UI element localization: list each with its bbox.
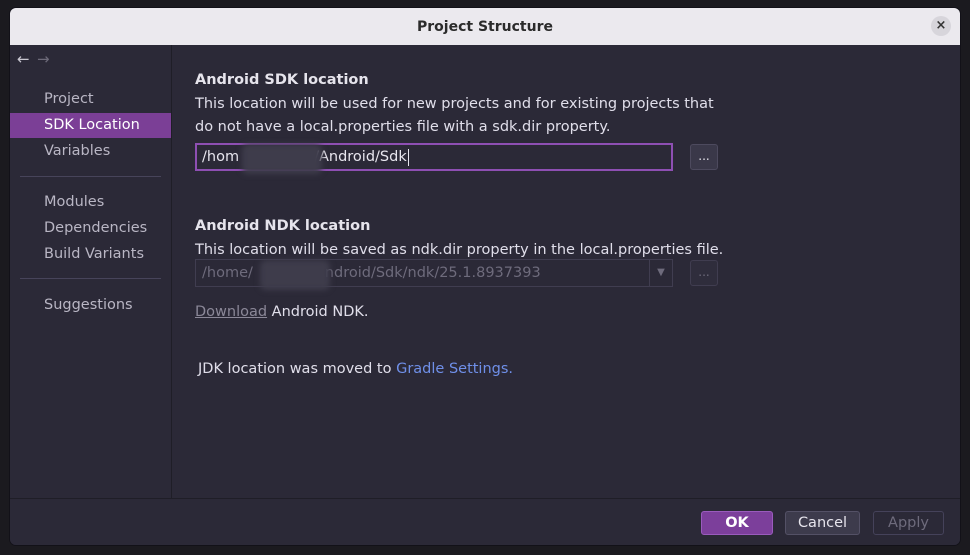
download-ndk-link[interactable]: Download: [195, 304, 267, 320]
ndk-heading: Android NDK location: [195, 218, 371, 234]
apply-button[interactable]: Apply: [873, 511, 944, 535]
back-arrow-icon[interactable]: ←: [17, 50, 37, 68]
dialog-footer: OK Cancel Apply: [10, 498, 960, 545]
ndk-download-line: Download Android NDK.: [195, 301, 369, 324]
project-structure-dialog: Project Structure × ← → Project SDK Locat…: [10, 8, 960, 545]
sidebar-item-variables[interactable]: Variables: [10, 139, 171, 164]
download-ndk-suffix: Android NDK.: [267, 304, 369, 320]
sidebar-item-sdk-location[interactable]: SDK Location: [10, 113, 171, 138]
gradle-settings-link[interactable]: Gradle Settings.: [396, 361, 513, 377]
sdk-location-panel: Android SDK location This location will …: [172, 45, 960, 498]
ndk-browse-button[interactable]: ...: [690, 260, 718, 286]
nav-arrows: ← →: [17, 50, 57, 68]
sidebar-item-suggestions[interactable]: Suggestions: [10, 293, 171, 318]
sidebar-divider: [20, 176, 161, 177]
title-bar: Project Structure ×: [10, 8, 960, 45]
sidebar-item-modules[interactable]: Modules: [10, 190, 171, 215]
ndk-path-prefix: /home/: [202, 265, 253, 281]
close-icon[interactable]: ×: [931, 16, 951, 36]
sdk-browse-button[interactable]: ...: [690, 144, 718, 170]
sdk-description-line1: This location will be used for new proje…: [195, 96, 714, 112]
dropdown-arrow-icon[interactable]: ▼: [649, 260, 672, 286]
text-caret: [407, 148, 409, 166]
dialog-title: Project Structure: [417, 18, 553, 35]
sdk-path-prefix: /hom: [202, 149, 240, 165]
ok-button[interactable]: OK: [701, 511, 773, 535]
sidebar-item-build-variants[interactable]: Build Variants: [10, 242, 171, 267]
ndk-path-suffix: Android/Sdk/ndk/25.1.8937393: [314, 265, 541, 281]
sdk-path-suffix: /Android/Sdk: [314, 149, 407, 165]
redacted-username: [260, 260, 330, 290]
forward-arrow-icon[interactable]: →: [37, 50, 57, 68]
sidebar-item-dependencies[interactable]: Dependencies: [10, 216, 171, 241]
sdk-heading: Android SDK location: [195, 72, 369, 88]
sidebar: ← → Project SDK Location Variables Module…: [10, 45, 172, 498]
redacted-username: [242, 144, 322, 174]
jdk-note: JDK location was moved to Gradle Setting…: [198, 358, 513, 381]
sidebar-divider: [20, 278, 161, 279]
jdk-note-text: JDK location was moved to: [198, 361, 397, 377]
sidebar-item-project[interactable]: Project: [10, 87, 171, 112]
sdk-description-line2: do not have a local.properties file with…: [195, 119, 611, 135]
cancel-button[interactable]: Cancel: [785, 511, 860, 535]
